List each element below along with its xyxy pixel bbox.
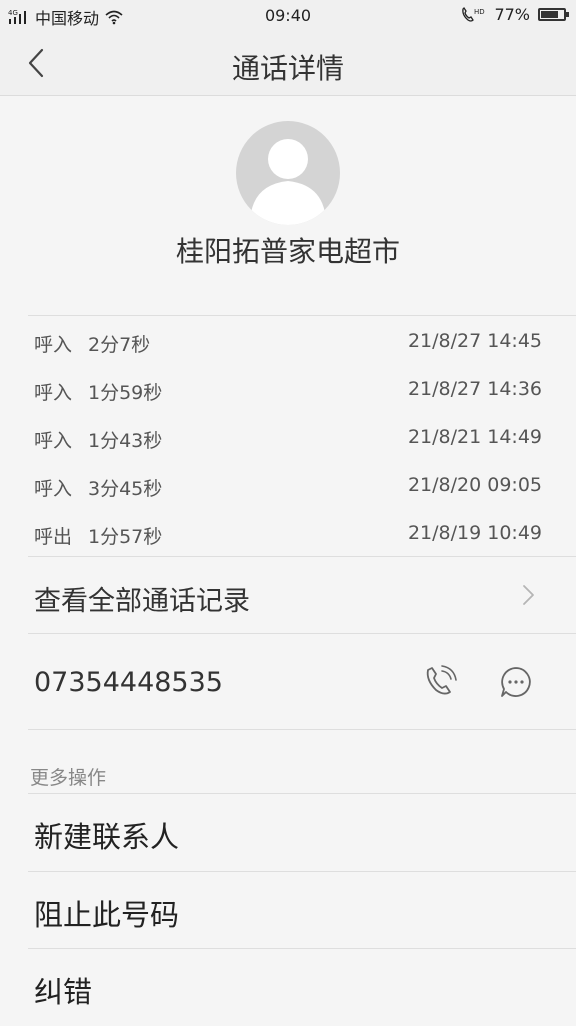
nav-bar: 通话详情	[0, 32, 576, 96]
call-duration: 2分7秒	[88, 334, 151, 356]
page-title: 通话详情	[231, 52, 344, 85]
call-log-row: 呼入 1分59秒 21/8/27 14:36	[34, 366, 542, 414]
block-number-button[interactable]: 阻止此号码	[0, 872, 576, 949]
new-contact-button[interactable]: 新建联系人	[0, 794, 576, 871]
call-type: 呼入	[34, 382, 73, 404]
message-button[interactable]	[498, 664, 534, 700]
call-log-row: 呼入 1分43秒 21/8/21 14:49	[34, 414, 542, 462]
person-silhouette-icon	[250, 139, 326, 225]
status-bar: 4G 中国移动 09:40 HD 77%	[0, 0, 576, 32]
call-duration: 1分57秒	[88, 526, 163, 548]
call-duration: 1分59秒	[88, 382, 163, 404]
call-type: 呼出	[34, 526, 73, 548]
phone-hd-icon	[426, 665, 457, 695]
call-type: 呼入	[34, 334, 73, 356]
divider	[28, 315, 576, 316]
call-duration: 3分45秒	[88, 478, 163, 500]
call-log-row: 呼入 2分7秒 21/8/27 14:45	[34, 318, 542, 366]
view-all-label: 查看全部通话记录	[34, 586, 250, 617]
new-contact-label: 新建联系人	[34, 820, 180, 854]
contact-name: 桂阳拓普家电超市	[175, 235, 400, 268]
call-time: 21/8/19 10:49	[407, 522, 542, 544]
chevron-right-icon	[523, 585, 534, 605]
call-type: 呼入	[34, 478, 73, 500]
call-type: 呼入	[34, 430, 73, 452]
call-log-row: 呼出 1分57秒 21/8/19 10:49	[34, 510, 542, 558]
report-error-label: 纠错	[34, 975, 93, 1009]
svg-text:HD: HD	[474, 8, 485, 16]
call-button[interactable]	[422, 664, 458, 700]
view-all-calls-button[interactable]: 查看全部通话记录	[0, 557, 576, 633]
phone-number-row: 07354448535	[0, 634, 576, 730]
battery-level	[541, 11, 558, 18]
divider	[28, 729, 576, 730]
message-bubble-icon	[501, 667, 531, 697]
phone-number: 07354448535	[34, 667, 223, 698]
report-error-button[interactable]: 纠错	[0, 949, 576, 1026]
call-duration: 1分43秒	[88, 430, 163, 452]
call-time: 21/8/27 14:36	[407, 378, 542, 400]
call-time: 21/8/20 09:05	[407, 474, 542, 496]
call-log-row: 呼入 3分45秒 21/8/20 09:05	[34, 462, 542, 510]
call-time: 21/8/27 14:45	[407, 330, 542, 352]
more-actions-header: 更多操作	[30, 767, 107, 789]
call-time: 21/8/21 14:49	[407, 426, 542, 448]
battery-percent: 77%	[494, 5, 530, 24]
avatar	[236, 121, 340, 225]
hd-call-icon: HD	[462, 6, 485, 22]
block-number-label: 阻止此号码	[34, 898, 180, 932]
battery-icon	[538, 8, 569, 21]
